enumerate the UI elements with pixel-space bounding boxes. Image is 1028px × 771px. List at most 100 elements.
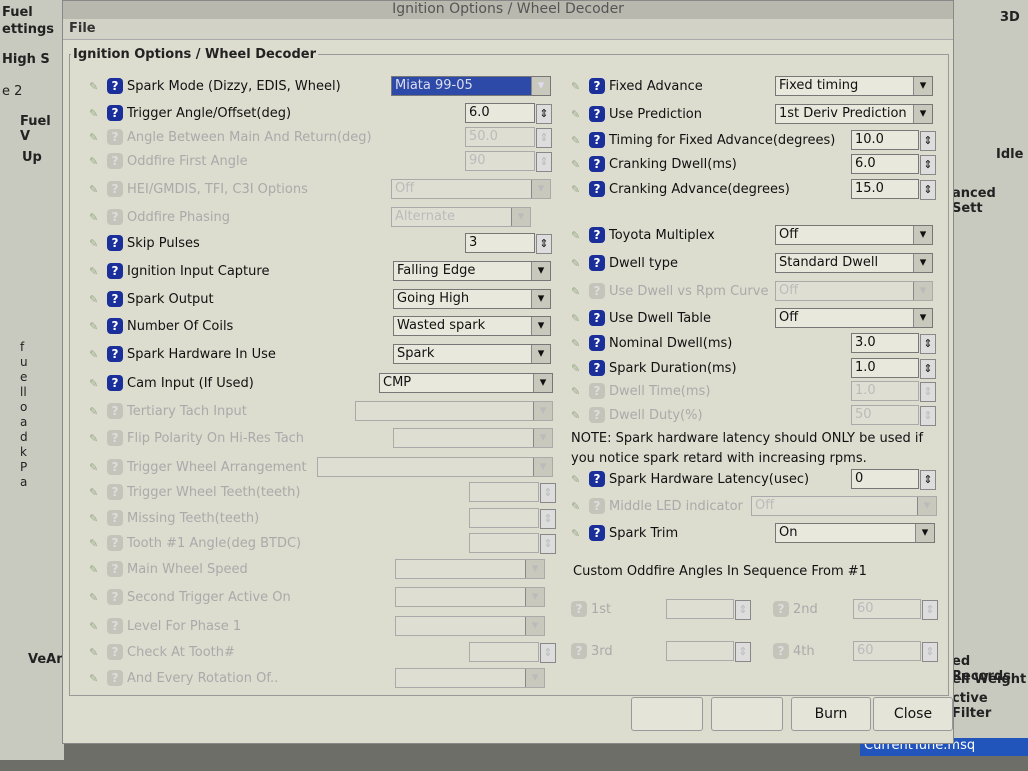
help-icon: ? xyxy=(773,601,789,617)
setting-label: Spark Hardware Latency(usec) xyxy=(609,471,810,487)
setting-label: Use Dwell vs Rpm Curve xyxy=(609,283,769,299)
setting-label: Cranking Dwell(ms) xyxy=(609,156,737,172)
cam-input-if-used-dropdown[interactable]: CMP xyxy=(379,373,553,393)
setting-label: Main Wheel Speed xyxy=(127,561,248,577)
help-icon[interactable]: ? xyxy=(589,106,605,122)
help-icon[interactable]: ? xyxy=(107,403,123,419)
setting-label: Level For Phase 1 xyxy=(127,618,242,634)
flip-polarity-on-hi-res-tach-dropdown xyxy=(393,428,553,448)
spark-hardware-latency-usec-input[interactable]: 0 xyxy=(851,469,936,490)
check-at-tooth-input xyxy=(469,642,556,663)
help-icon[interactable]: ? xyxy=(107,670,123,686)
pencil-icon: ✎ xyxy=(89,672,99,685)
help-icon[interactable]: ? xyxy=(589,132,605,148)
help-icon[interactable]: ? xyxy=(107,209,123,225)
help-icon[interactable]: ? xyxy=(107,589,123,605)
help-icon[interactable]: ? xyxy=(589,383,605,399)
pencil-icon: ✎ xyxy=(89,432,99,445)
help-icon[interactable]: ? xyxy=(107,430,123,446)
toyota-multiplex-dropdown[interactable]: Off xyxy=(775,225,933,245)
help-icon[interactable]: ? xyxy=(107,181,123,197)
timing-for-fixed-advance-degrees-input[interactable]: 10.0 xyxy=(851,130,936,151)
oddfire-label: 1st xyxy=(591,601,612,617)
help-icon[interactable]: ? xyxy=(107,78,123,94)
help-icon[interactable]: ? xyxy=(589,227,605,243)
setting-label: Tertiary Tach Input xyxy=(127,403,247,419)
setting-use-prediction: ✎? Use Prediction xyxy=(571,103,702,125)
help-icon[interactable]: ? xyxy=(589,498,605,514)
cranking-advance-degrees-input[interactable]: 15.0 xyxy=(851,179,936,200)
setting-label: Check At Tooth# xyxy=(127,644,235,660)
number-of-coils-dropdown[interactable]: Wasted spark xyxy=(393,316,551,336)
help-icon[interactable]: ? xyxy=(107,291,123,307)
spark-output-dropdown[interactable]: Going High xyxy=(393,289,551,309)
help-icon[interactable]: ? xyxy=(589,255,605,271)
setting-label: Second Trigger Active On xyxy=(127,589,291,605)
help-icon[interactable]: ? xyxy=(107,346,123,362)
spark-trim-dropdown[interactable]: On xyxy=(775,523,935,543)
bg-tab-fuel-settings[interactable]: Fuel ettings xyxy=(2,4,54,38)
trigger-angle-offset-deg-input[interactable]: 6.0 xyxy=(465,103,552,124)
help-icon[interactable]: ? xyxy=(589,156,605,172)
level-for-phase-1-dropdown xyxy=(395,616,545,636)
help-icon[interactable]: ? xyxy=(589,181,605,197)
help-icon[interactable]: ? xyxy=(107,484,123,500)
help-icon[interactable]: ? xyxy=(589,407,605,423)
angle-between-main-and-return-deg-input: 50.0 xyxy=(465,127,552,148)
fixed-advance-dropdown[interactable]: Fixed timing xyxy=(775,76,933,96)
help-icon[interactable]: ? xyxy=(589,360,605,376)
setting-label: Trigger Wheel Arrangement xyxy=(127,459,307,475)
help-icon[interactable]: ? xyxy=(107,618,123,634)
skip-pulses-input[interactable]: 3 xyxy=(465,233,552,254)
cranking-dwell-ms-input[interactable]: 6.0 xyxy=(851,154,936,175)
pencil-icon: ✎ xyxy=(89,405,99,418)
menu-bar: File xyxy=(63,19,953,40)
pencil-icon: ✎ xyxy=(89,563,99,576)
spark-duration-ms-input[interactable]: 1.0 xyxy=(851,358,936,379)
setting-spark-hardware-in-use: ✎? Spark Hardware In Use xyxy=(89,343,276,365)
use-dwell-vs-rpm-curve-dropdown: Off xyxy=(775,281,933,301)
help-icon[interactable]: ? xyxy=(589,335,605,351)
help-icon[interactable]: ? xyxy=(589,78,605,94)
help-icon[interactable]: ? xyxy=(589,283,605,299)
bg-update-checkbox[interactable]: Up xyxy=(22,150,42,165)
use-prediction-dropdown[interactable]: 1st Deriv Prediction xyxy=(775,104,933,124)
bg-3d-button[interactable]: 3D xyxy=(1000,10,1020,25)
use-dwell-table-dropdown[interactable]: Off xyxy=(775,308,933,328)
pencil-icon: ✎ xyxy=(571,409,581,422)
oddfire-angle-input: 60 xyxy=(853,641,938,662)
bg-tab-2[interactable]: e 2 xyxy=(2,84,22,99)
help-icon[interactable]: ? xyxy=(107,561,123,577)
setting-dwell-type: ✎? Dwell type xyxy=(571,252,678,274)
help-icon[interactable]: ? xyxy=(589,310,605,326)
bg-advanced-settings[interactable]: anced Sett xyxy=(952,186,1028,216)
help-icon[interactable]: ? xyxy=(107,235,123,251)
setting-label: Skip Pulses xyxy=(127,235,200,251)
help-icon[interactable]: ? xyxy=(107,535,123,551)
help-icon[interactable]: ? xyxy=(589,471,605,487)
help-icon[interactable]: ? xyxy=(107,644,123,660)
close-button[interactable]: Close xyxy=(873,697,953,731)
dwell-type-dropdown[interactable]: Standard Dwell xyxy=(775,253,933,273)
menu-file[interactable]: File xyxy=(69,21,96,36)
setting-check-at-tooth: ✎? Check At Tooth# xyxy=(89,641,235,663)
help-icon[interactable]: ? xyxy=(589,525,605,541)
help-icon[interactable]: ? xyxy=(107,375,123,391)
ignition-input-capture-dropdown[interactable]: Falling Edge xyxy=(393,261,551,281)
bg-tab-high-speed[interactable]: High S xyxy=(2,52,50,67)
bg-veanalyze-tab[interactable]: VeAn xyxy=(28,652,65,667)
burn-button[interactable]: Burn xyxy=(791,697,871,731)
help-icon[interactable]: ? xyxy=(107,459,123,475)
disabled-button-1 xyxy=(631,697,703,731)
nominal-dwell-ms-input[interactable]: 3.0 xyxy=(851,333,936,354)
help-icon[interactable]: ? xyxy=(107,153,123,169)
help-icon[interactable]: ? xyxy=(107,318,123,334)
oddfire-first-angle-input: 90 xyxy=(465,151,552,172)
pencil-icon: ✎ xyxy=(89,107,99,120)
help-icon[interactable]: ? xyxy=(107,129,123,145)
help-icon[interactable]: ? xyxy=(107,510,123,526)
help-icon[interactable]: ? xyxy=(107,105,123,121)
spark-hardware-in-use-dropdown[interactable]: Spark xyxy=(393,344,551,364)
spark-mode-dizzy-edis-wheel-dropdown[interactable]: Miata 99-05 xyxy=(391,76,551,96)
help-icon[interactable]: ? xyxy=(107,263,123,279)
